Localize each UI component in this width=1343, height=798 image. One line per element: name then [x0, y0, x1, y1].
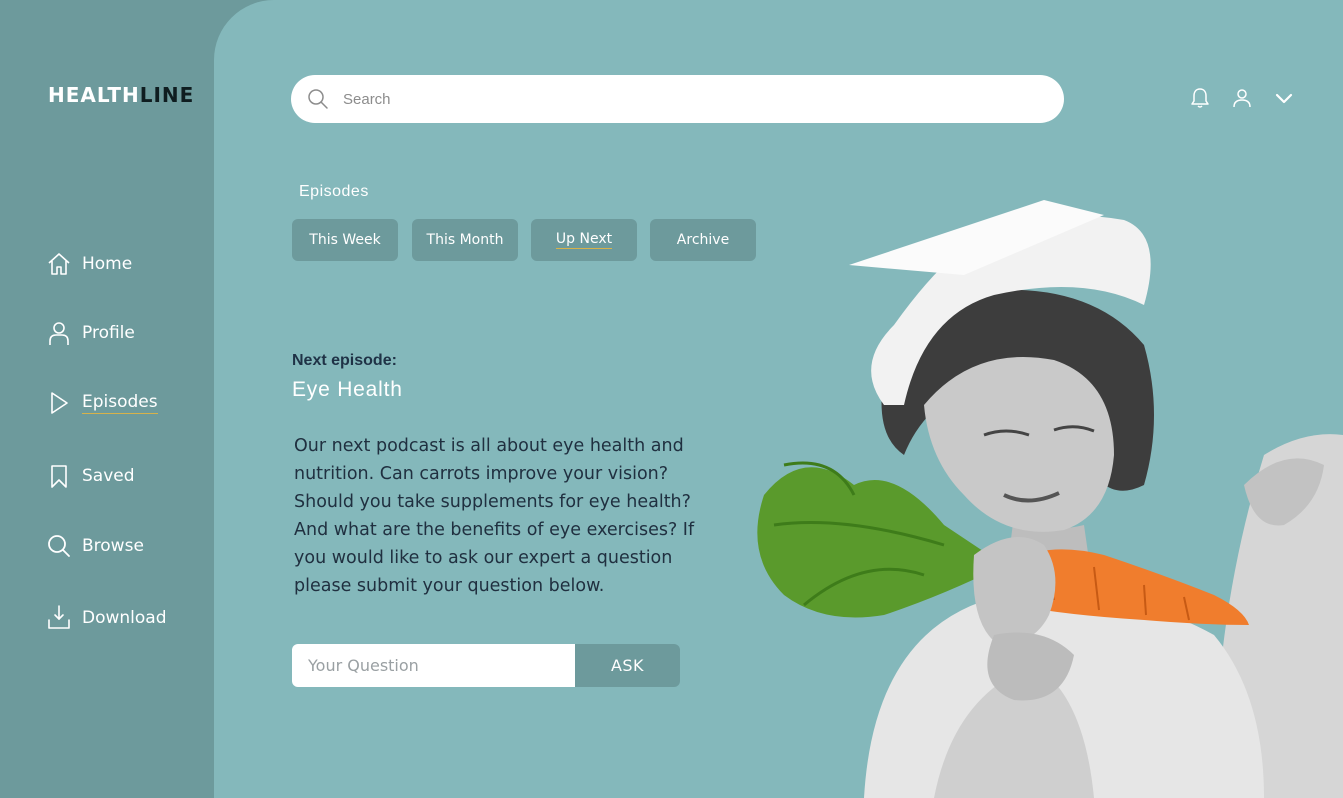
sidebar-item-saved[interactable]: Saved	[46, 458, 135, 494]
play-icon	[51, 392, 68, 414]
app-logo[interactable]: HEALTHLINE	[48, 84, 194, 106]
tab-label: This Month	[426, 232, 504, 248]
logo-text-health: HEALTH	[48, 83, 140, 107]
next-episode-label: Next episode:	[292, 352, 397, 369]
home-icon	[48, 253, 70, 275]
question-input[interactable]	[292, 644, 575, 687]
sidebar-item-label: Saved	[82, 466, 135, 486]
tab-archive[interactable]: Archive	[650, 219, 756, 261]
sidebar-item-profile[interactable]: Profile	[46, 315, 135, 351]
chevron-down-icon[interactable]	[1272, 86, 1296, 110]
user-icon	[49, 322, 69, 345]
sidebar-item-label: Episodes	[82, 392, 158, 414]
sidebar-item-label: Profile	[82, 323, 135, 343]
episodes-section-title: Episodes	[299, 183, 369, 200]
tab-up-next[interactable]: Up Next	[531, 219, 637, 261]
logo-text-line: LINE	[139, 83, 195, 107]
user-icon[interactable]	[1230, 86, 1254, 110]
sidebar-item-label: Download	[82, 608, 167, 628]
search-icon	[308, 89, 328, 109]
tab-label: Archive	[676, 232, 730, 248]
tab-this-month[interactable]: This Month	[412, 219, 518, 261]
bookmark-icon	[51, 465, 67, 488]
sidebar: HEALTHLINE Home Profile Episodes Saved B…	[0, 0, 214, 798]
download-icon	[48, 605, 70, 629]
main-content: Episodes This Week This Month Up Next Ar…	[214, 0, 1343, 798]
bell-icon[interactable]	[1188, 86, 1212, 110]
sidebar-item-home[interactable]: Home	[46, 246, 132, 282]
episode-title: Eye Health	[292, 378, 403, 401]
sidebar-item-label: Browse	[82, 536, 144, 556]
sidebar-item-episodes[interactable]: Episodes	[46, 385, 158, 421]
tab-label: Up Next	[555, 231, 613, 249]
search-icon	[48, 535, 70, 557]
tab-this-week[interactable]: This Week	[292, 219, 398, 261]
search-bar[interactable]	[291, 75, 1064, 123]
sidebar-item-download[interactable]: Download	[46, 600, 167, 636]
ask-button[interactable]: ASK	[575, 644, 680, 687]
tab-label: This Week	[309, 232, 381, 248]
sidebar-item-label: Home	[82, 254, 133, 274]
search-input[interactable]	[341, 89, 1025, 109]
nurse-with-carrot-illustration	[757, 200, 1343, 798]
sidebar-item-browse[interactable]: Browse	[46, 528, 144, 564]
episode-description: Our next podcast is all about eye health…	[294, 436, 695, 596]
question-form: ASK	[292, 644, 680, 687]
